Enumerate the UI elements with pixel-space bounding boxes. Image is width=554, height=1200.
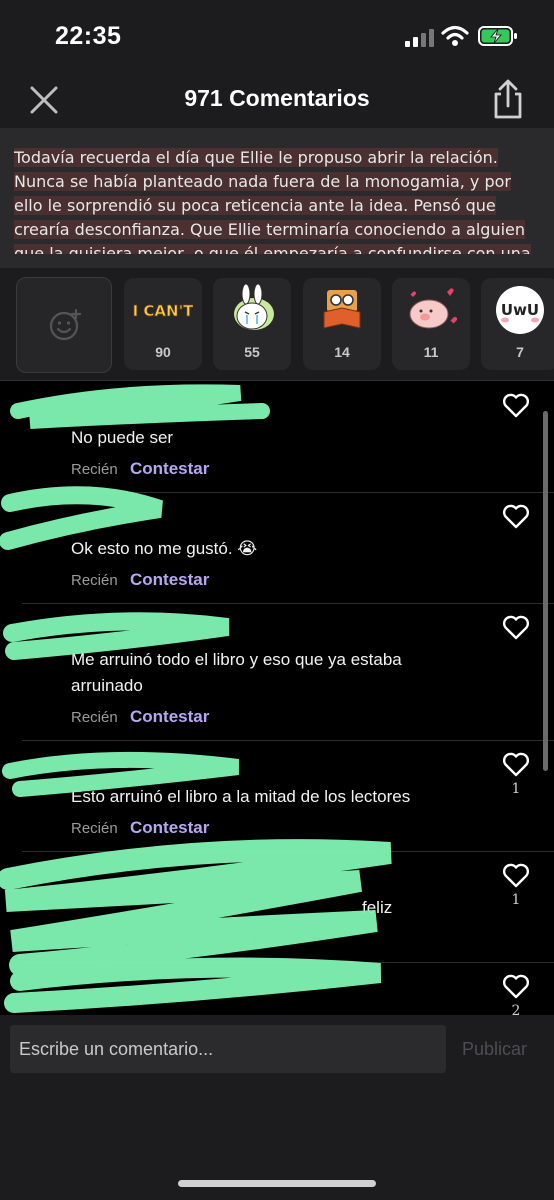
reaction-uwu[interactable]: UwU 7 <box>481 278 554 370</box>
reaction-crying-bunny[interactable]: 55 <box>213 278 291 370</box>
status-bar: 22:35 <box>0 0 554 72</box>
add-reaction-button[interactable] <box>16 277 112 373</box>
battery-charging-icon <box>478 26 517 46</box>
reaction-count: 14 <box>334 344 350 360</box>
glasses-book-sticker-icon <box>323 290 361 329</box>
excerpt-text: Todavía recuerda el día que Ellie le pro… <box>14 148 531 268</box>
highlighted-excerpt[interactable]: Todavía recuerda el día que Ellie le pro… <box>0 128 554 268</box>
uwu-sticker-icon: UwU <box>496 286 544 334</box>
heart-icon[interactable] <box>502 503 530 529</box>
comment-text: No puede ser <box>71 428 174 447</box>
heart-icon[interactable] <box>502 862 530 888</box>
comment-text: Esto arruinó el libro a la mitad de los … <box>71 787 411 806</box>
reply-button[interactable]: Contestar <box>130 818 209 838</box>
comment-text: Ok esto no me gustó. 😭 <box>71 539 258 558</box>
comment-text: Me arruinó todo el libro y eso que ya es… <box>71 650 402 695</box>
like-count: 2 <box>511 1003 521 1015</box>
svg-text:UwU: UwU <box>501 301 539 319</box>
like-count: 1 <box>511 781 521 797</box>
home-indicator[interactable] <box>178 1180 376 1187</box>
add-emoji-icon <box>49 308 82 341</box>
comment-item: Esto arruinó el libro a la mitad de los … <box>0 741 554 851</box>
svg-text:I CAN'T: I CAN'T <box>133 302 193 320</box>
comment-time: Recién <box>71 709 118 726</box>
comment-item: 2 <box>0 963 554 1015</box>
heart-icon[interactable] <box>502 751 530 777</box>
page-title: 971 Comentarios <box>184 85 370 111</box>
heart-icon[interactable] <box>502 614 530 640</box>
like-count: 1 <box>511 892 521 908</box>
reaction-strip: I CAN'T 90 55 14 11 UwU 7 <box>0 268 554 381</box>
comment-time: Recién <box>71 572 118 589</box>
comment-item: No puede ser Recién Contestar <box>0 381 554 492</box>
reaction-count: 55 <box>244 344 260 360</box>
wifi-icon <box>441 25 469 46</box>
reaction-pig-hearts[interactable]: 11 <box>392 278 470 370</box>
i-cant-sticker-icon: I CAN'T <box>133 302 193 321</box>
status-time: 22:35 <box>55 22 122 50</box>
comment-text: feliz <box>362 898 393 917</box>
reaction-i-cant[interactable]: I CAN'T 90 <box>124 278 202 370</box>
heart-icon[interactable] <box>502 973 530 999</box>
reaction-count: 11 <box>423 344 439 360</box>
reaction-count: 90 <box>155 344 171 360</box>
cellular-signal-icon <box>405 29 434 47</box>
comment-item: Ok esto no me gustó. 😭 Recién Contestar <box>0 493 554 603</box>
comment-item: Me arruinó todo el libro y eso que ya es… <box>0 604 554 740</box>
top-bar: 971 Comentarios <box>0 72 554 128</box>
comment-composer: Publicar <box>0 1015 554 1200</box>
reply-button[interactable]: Contestar <box>130 570 209 590</box>
crying-bunny-sticker-icon <box>234 284 274 330</box>
scrollbar[interactable] <box>543 411 548 771</box>
heart-icon[interactable] <box>502 392 530 418</box>
reaction-count: 7 <box>516 344 524 360</box>
share-icon[interactable] <box>490 78 526 120</box>
comment-time: Recién <box>71 820 118 837</box>
reaction-glasses-book[interactable]: 14 <box>303 278 381 370</box>
reply-button[interactable]: Contestar <box>130 707 209 727</box>
comment-input[interactable] <box>10 1025 446 1073</box>
pig-hearts-sticker-icon <box>409 288 458 329</box>
comments-list[interactable]: No puede ser Recién Contestar Ok esto no… <box>0 381 554 1015</box>
comment-time: Recién <box>71 461 118 478</box>
publish-button[interactable]: Publicar <box>462 1039 527 1060</box>
reply-button[interactable]: Contestar <box>130 459 209 479</box>
comment-item: feliz 1 <box>0 852 554 962</box>
